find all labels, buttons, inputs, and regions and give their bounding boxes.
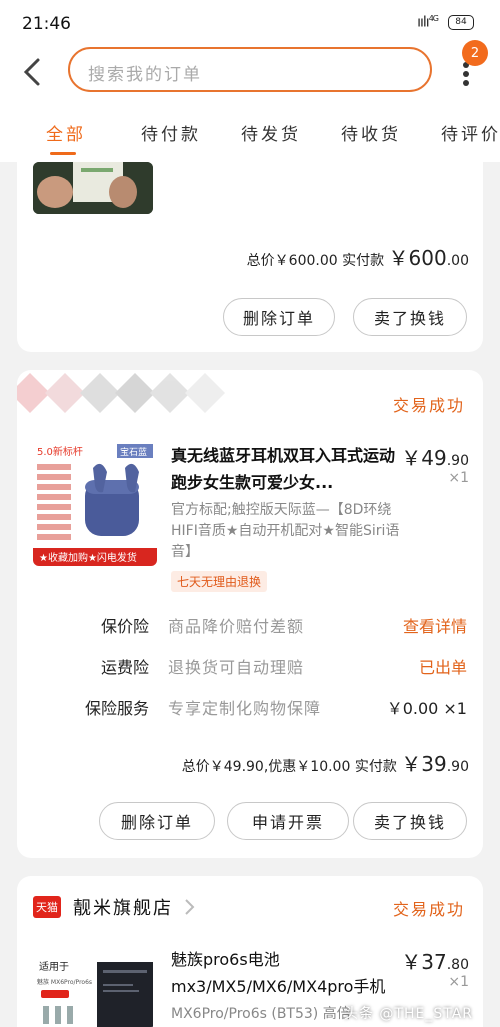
header: 搜索我的订单 2 bbox=[0, 40, 500, 100]
mosaic-censor bbox=[17, 373, 240, 413]
tab-pending-review[interactable]: 待评价 bbox=[441, 120, 500, 145]
paid-cents: .90 bbox=[446, 759, 469, 775]
price-main: ￥49 bbox=[401, 446, 447, 470]
chevron-right-icon bbox=[185, 899, 195, 915]
product-photo-icon bbox=[33, 162, 153, 214]
price-cents: .90 bbox=[446, 453, 469, 469]
notification-badge: 2 bbox=[462, 40, 488, 66]
insurance-service-label: 保险服务 bbox=[84, 699, 149, 718]
earbuds-product-icon: 5.0新标杆 宝石蓝 ★收藏加购★闪电发货 bbox=[33, 442, 157, 566]
more-dot bbox=[463, 80, 469, 86]
product-title[interactable]: 真无线蓝牙耳机双耳入耳式运动跑步女生款可爱少女... bbox=[171, 442, 401, 496]
price-main: ￥37 bbox=[401, 950, 447, 974]
search-placeholder: 搜索我的订单 bbox=[88, 65, 202, 85]
product-image[interactable]: 5.0新标杆 宝石蓝 ★收藏加购★闪电发货 bbox=[33, 442, 157, 566]
badge-right-text: 宝石蓝 bbox=[120, 446, 147, 458]
resell-button[interactable]: 卖了换钱 bbox=[353, 802, 467, 840]
paid-amount: ￥39 bbox=[401, 752, 447, 776]
battery-product-icon: 适用于 魅族 MX6Pro/Pro6s bbox=[33, 944, 157, 1027]
product-spec: 官方标配;触控版天际蓝—【8D环绕HIFI音质★自动开机配对★智能Siri语音】 bbox=[171, 502, 400, 560]
tab-pending-shipment[interactable]: 待发货 bbox=[241, 120, 301, 145]
signal-icon: ıılı4G bbox=[417, 14, 439, 31]
policy-issued-status[interactable]: 已出单 bbox=[419, 654, 467, 678]
badge-left-text: 5.0新标杆 bbox=[37, 445, 83, 458]
battery-icon: 84 bbox=[448, 14, 474, 30]
paid-amount: ￥600 bbox=[388, 246, 447, 270]
product-qty: ×1 bbox=[448, 974, 469, 990]
return-policy-tag: 七天无理由退换 bbox=[171, 571, 268, 592]
order-tabs: 全部 待付款 待发货 待收货 待评价 bbox=[0, 100, 500, 162]
price-protection-desc: 商品降价赔付差额 bbox=[168, 617, 305, 636]
chevron-left-icon bbox=[23, 58, 40, 86]
status-indicators: ıılı4G 84 bbox=[417, 14, 474, 31]
total-prefix: 总价￥600.00 实付款 bbox=[246, 253, 385, 269]
order-total: 总价￥600.00 实付款 ￥600.00 bbox=[247, 242, 469, 271]
shipping-insurance-desc: 退换货可自动理赔 bbox=[168, 658, 305, 677]
image-banner-text: ★收藏加购★闪电发货 bbox=[39, 551, 137, 564]
search-input[interactable]: 搜索我的订单 bbox=[68, 47, 432, 92]
order-status: 交易成功 bbox=[392, 396, 465, 415]
request-invoice-button[interactable]: 申请开票 bbox=[227, 802, 349, 840]
total-prefix: 总价￥49.90,优惠￥10.00 实付款 bbox=[181, 759, 397, 775]
product-title[interactable]: 魅族pro6s电池mx3/MX5/MX6/MX4pro手机pro6... bbox=[171, 946, 401, 1000]
status-bar: 21:46 ıılı4G 84 bbox=[0, 0, 500, 44]
order-total: 总价￥49.90,优惠￥10.00 实付款 ￥39.90 bbox=[182, 748, 469, 777]
image-model-text: 魅族 MX6Pro/Pro6s bbox=[37, 978, 92, 986]
order-card: 天猫 靓米旗舰店 交易成功 适用于 魅族 MX6Pro/Pro6s 魅族pro6… bbox=[17, 876, 483, 1027]
delete-order-button[interactable]: 删除订单 bbox=[223, 298, 335, 336]
store-name: 靓米旗舰店 bbox=[73, 898, 173, 919]
image-fit-text: 适用于 bbox=[39, 961, 69, 973]
watermark: 头条 @THE_STAR bbox=[343, 1006, 473, 1022]
order-card: 交易成功 5.0新标杆 宝石蓝 ★收藏加购★闪电发货 真无线蓝牙耳机双耳入耳式运… bbox=[17, 370, 483, 858]
more-dot bbox=[463, 71, 469, 77]
product-qty: ×1 bbox=[448, 470, 469, 486]
paid-cents: .00 bbox=[446, 253, 469, 269]
product-image[interactable] bbox=[33, 162, 153, 214]
product-image[interactable]: 适用于 魅族 MX6Pro/Pro6s bbox=[33, 944, 157, 1027]
shipping-insurance-label: 运费险 bbox=[100, 658, 149, 677]
tab-active-indicator bbox=[50, 152, 76, 155]
insurance-service-price: ￥0.00 ×1 bbox=[386, 699, 467, 718]
insurance-service-desc: 专享定制化购物保障 bbox=[168, 699, 322, 718]
product-price: ￥49.90 bbox=[401, 442, 469, 471]
price-protection-label: 保价险 bbox=[100, 617, 149, 636]
view-details-link[interactable]: 查看详情 bbox=[403, 613, 467, 637]
price-cents: .80 bbox=[446, 957, 469, 973]
resell-button[interactable]: 卖了换钱 bbox=[353, 298, 467, 336]
tab-all[interactable]: 全部 bbox=[46, 120, 86, 145]
tab-pending-payment[interactable]: 待付款 bbox=[141, 120, 201, 145]
tab-pending-receipt[interactable]: 待收货 bbox=[341, 120, 401, 145]
product-price: ￥37.80 bbox=[401, 946, 469, 975]
back-button[interactable] bbox=[16, 52, 48, 92]
delete-order-button[interactable]: 删除订单 bbox=[99, 802, 215, 840]
order-card: 总价￥600.00 实付款 ￥600.00 删除订单 卖了换钱 bbox=[17, 162, 483, 352]
tmall-badge-icon: 天猫 bbox=[33, 896, 61, 918]
order-status: 交易成功 bbox=[392, 900, 465, 919]
store-header[interactable]: 天猫 靓米旗舰店 bbox=[33, 894, 197, 920]
status-time: 21:46 bbox=[22, 14, 71, 34]
